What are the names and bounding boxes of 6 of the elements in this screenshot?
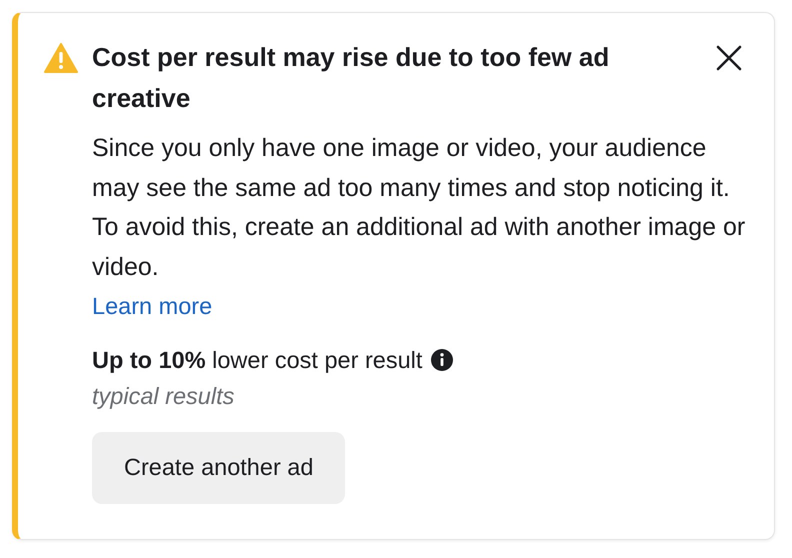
learn-more-link[interactable]: Learn more <box>92 287 212 326</box>
create-ad-button[interactable]: Create another ad <box>92 432 346 504</box>
alert-title: Cost per result may rise due to too few ad creative <box>92 41 610 115</box>
benefit-text: Up to 10% lower cost per result <box>92 346 422 375</box>
alert-message: Since you only have one image or video, your audience may see the same ad too many times and stop noticing it. To avoid this, create an additional ad with another image or video. <box>92 133 746 282</box>
note-text: typical results <box>92 382 234 411</box>
